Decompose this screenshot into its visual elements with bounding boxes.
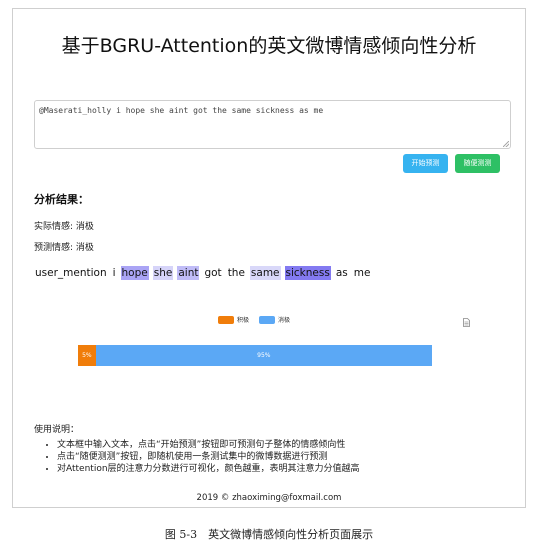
legend-swatch-negative (258, 315, 275, 324)
instruction-item: 对Attention层的注意力分数进行可视化，颜色越重，表明其注意力分值越高 (57, 463, 360, 475)
attention-token: same (249, 266, 281, 280)
bar-segment-positive[interactable]: 5% (78, 345, 96, 366)
attention-tokens: user_mention i hope she aint got the same sickne… (34, 266, 375, 280)
bar-segment-negative[interactable]: 95% (95, 345, 432, 366)
legend-swatch-positive (218, 315, 234, 324)
predict-button[interactable]: 开始预测 (403, 154, 448, 173)
attention-token: she (152, 266, 174, 280)
legend-label-negative: 消极 (277, 317, 290, 324)
actual-sentiment-label: 实际情感: (34, 222, 74, 232)
attention-token: the (227, 267, 245, 279)
instructions-title: 使用说明： (34, 425, 80, 435)
results-heading: 分析结果： (34, 193, 89, 206)
footer-copyright: 2019 © zhaoximing@foxmail.com (196, 493, 342, 503)
attention-token: i (112, 267, 116, 279)
actual-sentiment: 实际情感: 消极 (34, 219, 94, 232)
actual-sentiment-value: 消极 (75, 222, 94, 232)
legend-label-positive: 积极 (237, 317, 250, 324)
bar-label-positive: 5% (82, 352, 92, 359)
instruction-item: 点击“随便测测”按钮，即随机使用一条测试集中的微博数据进行预测 (57, 451, 360, 463)
page-title: 基于BGRU-Attention的英文微博情感倾向性分析 (61, 35, 477, 57)
predicted-sentiment-label: 预测情感: (34, 243, 74, 253)
attention-token: me (353, 267, 371, 279)
sentiment-probability-bar: 5% 95% (78, 345, 432, 366)
predicted-sentiment: 预测情感: 消极 (34, 240, 94, 253)
random-test-button[interactable]: 随便测测 (455, 154, 500, 173)
resize-handle[interactable] (503, 141, 509, 147)
instruction-item: 文本框中输入文本，点击“开始预测”按钮即可预测句子整体的情感倾向性 (57, 439, 360, 451)
save-as-image-icon[interactable] (463, 318, 470, 327)
legend-item-negative[interactable]: 消极 (258, 315, 290, 324)
text-input-value: @Maserati_holly i hope she aint got the … (39, 106, 324, 115)
bar-label-negative: 95% (257, 352, 271, 359)
text-input[interactable]: @Maserati_holly i hope she aint got the … (34, 100, 511, 149)
attention-token: as (335, 267, 348, 279)
attention-token: sickness (284, 266, 331, 280)
legend-item-positive[interactable]: 积极 (218, 315, 249, 324)
predicted-sentiment-value: 消极 (75, 243, 94, 253)
app-window: 基于BGRU-Attention的英文微博情感倾向性分析 @Maserati_h… (12, 8, 526, 508)
attention-token: hope (120, 266, 149, 280)
attention-token: user_mention (35, 267, 107, 279)
chart-legend: 积极 消极 (218, 315, 298, 326)
attention-token: got (204, 267, 222, 279)
figure-caption: 图 5-3 英文微博情感倾向性分析页面展示 (164, 528, 374, 541)
attention-token: aint (177, 266, 200, 280)
instructions-list: 文本框中输入文本，点击“开始预测”按钮即可预测句子整体的情感倾向性 点击“随便测… (43, 439, 360, 475)
